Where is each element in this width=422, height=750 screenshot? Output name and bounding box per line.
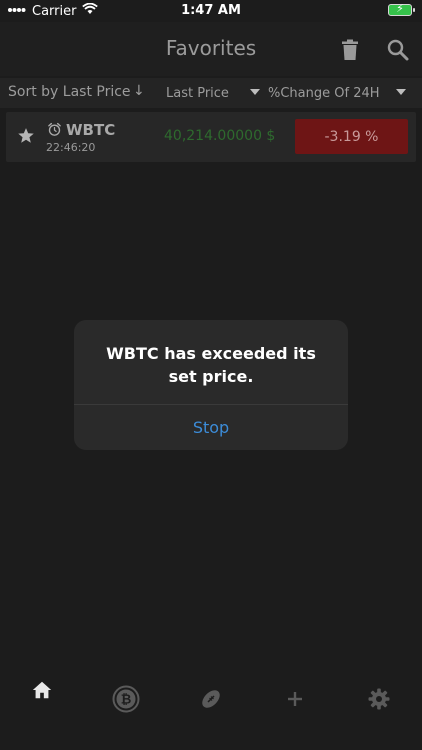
list-item[interactable]: WBTC 22:46:20 40,214.00000 $ -3.19 % <box>6 112 416 162</box>
coin-symbol: WBTC <box>66 121 116 139</box>
home-icon <box>32 681 52 699</box>
football-icon <box>202 690 220 708</box>
navbar: Favorites <box>0 22 422 76</box>
trash-icon[interactable] <box>338 38 362 62</box>
last-price: 40,214.00000 $ <box>164 128 276 144</box>
sort-button[interactable]: Sort by Last Price <box>8 84 131 100</box>
tab-markets[interactable]: ₿ <box>111 684 141 714</box>
svg-text:₿: ₿ <box>121 693 132 708</box>
change-badge: -3.19 % <box>295 119 408 154</box>
sort-direction-icon[interactable]: ↓ <box>133 83 145 99</box>
tab-bar: ₿ <box>0 670 422 750</box>
battery-icon: ⚡ <box>388 2 415 16</box>
update-time: 22:46:20 <box>46 141 96 154</box>
stop-button[interactable]: Stop <box>74 405 348 450</box>
tab-home[interactable] <box>27 675 57 705</box>
alarm-icon <box>47 122 62 137</box>
column-change-24h[interactable]: %Change Of 24H <box>268 86 380 101</box>
caret-down-icon[interactable] <box>250 89 260 95</box>
status-time: 1:47 AM <box>181 3 241 18</box>
bitcoin-icon: ₿ <box>112 685 140 713</box>
alert-dialog: WBTC has exceeded its set price. Stop <box>74 320 348 450</box>
caret-down-icon[interactable] <box>396 89 406 95</box>
tab-sports[interactable] <box>196 684 226 714</box>
status-bar: Carrier 1:47 AM ⚡ <box>0 0 422 22</box>
tab-settings[interactable] <box>364 684 394 714</box>
search-icon[interactable] <box>386 38 410 62</box>
column-last-price[interactable]: Last Price <box>166 86 229 101</box>
star-icon[interactable] <box>17 127 35 145</box>
sort-bar: Sort by Last Price ↓ Last Price %Change … <box>0 78 422 108</box>
tab-add[interactable] <box>280 684 310 714</box>
add-icon <box>288 692 302 706</box>
gear-icon <box>368 688 390 710</box>
status-right: ⚡ <box>388 2 415 16</box>
alert-message: WBTC has exceeded its set price. <box>106 344 316 386</box>
